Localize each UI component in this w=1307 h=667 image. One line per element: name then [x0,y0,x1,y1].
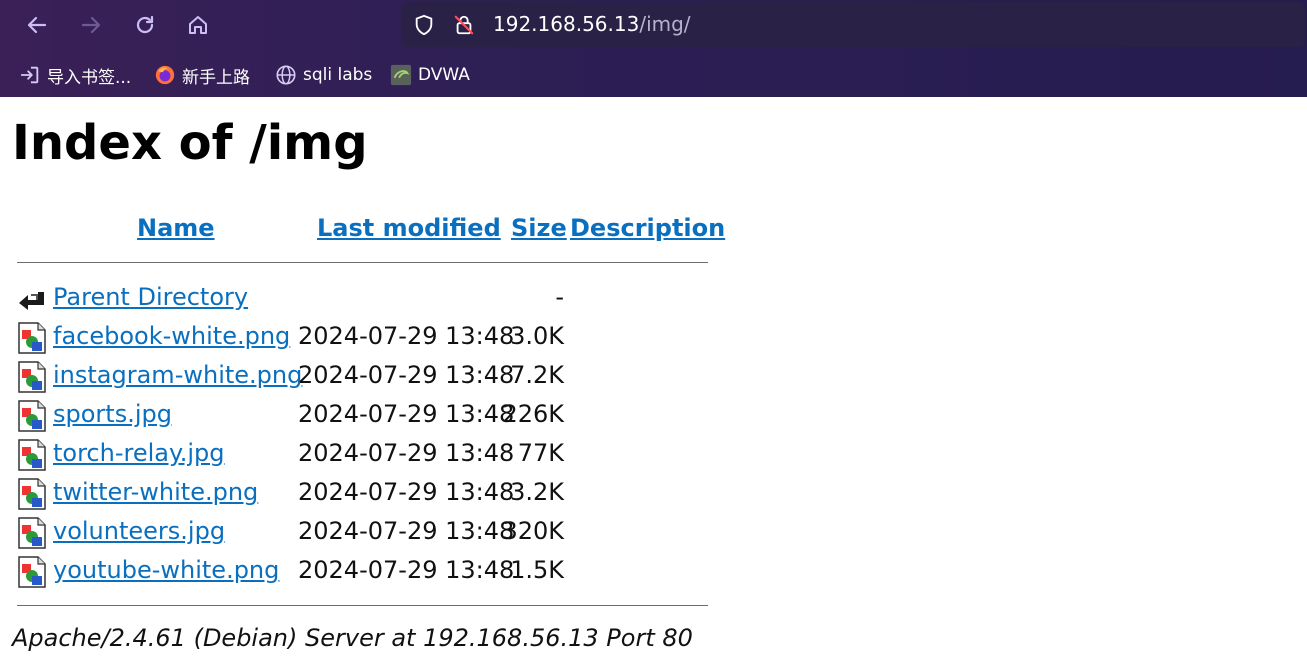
file-link[interactable]: facebook-white.png [53,321,290,351]
file-date: 2024-07-29 13:48 [298,517,515,545]
file-link[interactable]: twitter-white.png [53,477,258,507]
file-size: 77K [517,439,564,467]
dvwa-icon [390,64,412,86]
image-file-icon [17,556,47,588]
page-content: Index of /img Name Last modified Size De… [0,97,1307,667]
firefox-icon [154,64,176,86]
bookmark-getting-started[interactable]: 新手上路 [154,60,250,90]
url-path: /img/ [639,12,691,36]
back-arrow-nav-icon [27,16,47,34]
url-host: 192.168.56.13 [493,12,640,36]
server-signature: Apache/2.4.61 (Debian) Server at 192.168… [12,624,693,652]
file-link[interactable]: volunteers.jpg [53,516,225,546]
file-size: 320K [502,517,564,545]
home-button[interactable] [183,10,213,40]
page-title: Index of /img [12,115,368,171]
forward-arrow-icon [81,16,101,34]
file-date: 2024-07-29 13:48 [298,439,515,467]
file-date: 2024-07-29 13:48 [298,322,515,350]
home-icon [189,16,207,34]
file-link[interactable]: instagram-white.png [53,360,302,390]
header-divider [17,262,708,263]
image-file-icon [17,439,47,471]
listing-row-parent: Parent Directory - [0,280,800,319]
reload-icon [136,15,154,34]
listing-row: sports.jpg 2024-07-29 13:48 226K [0,397,800,436]
column-header-size[interactable]: Size [511,213,567,243]
bookmark-label: sqli labs [303,65,373,85]
listing-row: volunteers.jpg 2024-07-29 13:48 320K [0,514,800,553]
file-size: 226K [502,400,564,428]
back-arrow-icon [17,283,47,315]
shield-icon[interactable] [413,14,435,36]
listing-row: torch-relay.jpg 2024-07-29 13:48 77K [0,436,800,475]
image-file-icon [17,478,47,510]
globe-icon [275,64,297,86]
image-file-icon [17,322,47,354]
listing-row: facebook-white.png 2024-07-29 13:48 3.0K [0,319,800,358]
file-size: 1.5K [510,556,564,584]
image-file-icon [17,361,47,393]
listing-row: instagram-white.png 2024-07-29 13:48 7.2… [0,358,800,397]
image-file-icon [17,400,47,432]
file-link[interactable]: Parent Directory [53,282,248,312]
bookmark-label: DVWA [418,65,470,85]
file-size: - [555,283,564,311]
bookmark-label: 导入书签... [47,67,132,88]
bookmark-sqli-labs[interactable]: sqli labs [275,60,372,90]
back-button[interactable] [22,10,52,40]
file-date: 2024-07-29 13:48 [298,400,515,428]
browser-chrome: 192.168.56.13/img/ 导入书签... 新手上路 sqli lab… [0,0,1307,97]
bookmark-dvwa[interactable]: DVWA [390,60,470,90]
file-size: 3.0K [510,322,564,350]
listing-row: twitter-white.png 2024-07-29 13:48 3.2K [0,475,800,514]
file-date: 2024-07-29 13:48 [298,556,515,584]
file-date: 2024-07-29 13:48 [298,478,515,506]
file-link[interactable]: torch-relay.jpg [53,438,225,468]
file-date: 2024-07-29 13:48 [298,361,515,389]
bookmark-import[interactable]: 导入书签... [19,60,131,90]
file-size: 7.2K [510,361,564,389]
footer-divider [17,605,708,606]
column-header-description[interactable]: Description [570,213,725,243]
column-header-last-modified[interactable]: Last modified [317,213,501,243]
address-bar[interactable]: 192.168.56.13/img/ [401,2,1305,47]
file-link[interactable]: sports.jpg [53,399,172,429]
file-link[interactable]: youtube-white.png [53,555,279,585]
column-header-name[interactable]: Name [137,213,215,243]
reload-button[interactable] [130,10,160,40]
bookmark-label: 新手上路 [182,67,250,88]
insecure-lock-icon[interactable] [453,14,475,36]
image-file-icon [17,517,47,549]
forward-button[interactable] [76,10,106,40]
import-bookmarks-icon [19,64,41,86]
file-size: 3.2K [510,478,564,506]
url-text[interactable]: 192.168.56.13/img/ [493,13,691,35]
listing-row: youtube-white.png 2024-07-29 13:48 1.5K [0,553,800,592]
